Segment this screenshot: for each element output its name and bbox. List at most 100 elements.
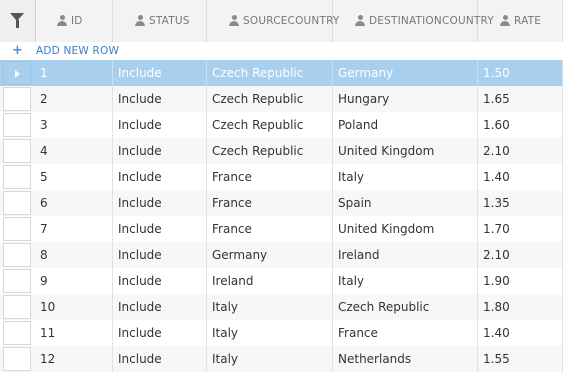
cell-source[interactable]: Czech Republic	[207, 138, 333, 164]
current-row-arrow-icon	[15, 70, 20, 78]
row-selector[interactable]	[3, 321, 31, 345]
data-grid: ID STATUS SOURCECOUNTRY DESTINATIONCOUNTRY R…	[0, 0, 563, 373]
cell-source[interactable]: France	[207, 216, 333, 242]
column-header-label: RATE	[514, 15, 542, 27]
table-row[interactable]: 2 Include Czech Republic Hungary 1.65	[0, 86, 563, 112]
cell-id[interactable]: 11	[35, 320, 113, 346]
cell-source[interactable]: Italy	[207, 346, 333, 372]
cell-status[interactable]: Include	[113, 242, 207, 268]
row-selector[interactable]	[3, 243, 31, 267]
column-header-status[interactable]: STATUS	[113, 0, 207, 42]
cell-rate[interactable]: 1.40	[478, 164, 563, 190]
table-row[interactable]: 9 Include Ireland Italy 1.90	[0, 268, 563, 294]
cell-source[interactable]: Czech Republic	[207, 60, 333, 86]
plus-icon: +	[12, 43, 23, 58]
cell-status[interactable]: Include	[113, 60, 207, 86]
cell-dest[interactable]: Germany	[333, 60, 478, 86]
table-row[interactable]: 11 Include Italy France 1.40	[0, 320, 563, 346]
cell-status[interactable]: Include	[113, 268, 207, 294]
cell-status[interactable]: Include	[113, 294, 207, 320]
cell-dest[interactable]: Italy	[333, 268, 478, 294]
cell-rate[interactable]: 1.40	[478, 320, 563, 346]
add-new-row-button[interactable]: + ADD NEW ROW	[0, 42, 563, 61]
cell-rate[interactable]: 1.90	[478, 268, 563, 294]
filter-button[interactable]	[0, 0, 36, 42]
cell-source[interactable]: Ireland	[207, 268, 333, 294]
cell-rate[interactable]: 1.70	[478, 216, 563, 242]
user-icon	[500, 15, 510, 26]
user-icon	[57, 15, 67, 26]
row-selector[interactable]	[3, 217, 31, 241]
column-header-dest[interactable]: DESTINATIONCOUNTRY	[333, 0, 494, 42]
cell-dest[interactable]: Spain	[333, 190, 478, 216]
cell-rate[interactable]: 1.80	[478, 294, 563, 320]
table-row[interactable]: 12 Include Italy Netherlands 1.55	[0, 346, 563, 372]
cell-id[interactable]: 5	[35, 164, 113, 190]
cell-source[interactable]: France	[207, 190, 333, 216]
cell-rate[interactable]: 1.65	[478, 86, 563, 112]
cell-id[interactable]: 3	[35, 112, 113, 138]
cell-id[interactable]: 12	[35, 346, 113, 372]
column-header-label: DESTINATIONCOUNTRY	[369, 15, 494, 27]
cell-dest[interactable]: Czech Republic	[333, 294, 478, 320]
cell-id[interactable]: 8	[35, 242, 113, 268]
cell-source[interactable]: Germany	[207, 242, 333, 268]
cell-source[interactable]: Italy	[207, 294, 333, 320]
cell-rate[interactable]: 1.55	[478, 346, 563, 372]
cell-status[interactable]: Include	[113, 190, 207, 216]
cell-rate[interactable]: 2.10	[478, 242, 563, 268]
table-row[interactable]: 3 Include Czech Republic Poland 1.60	[0, 112, 563, 138]
cell-id[interactable]: 9	[35, 268, 113, 294]
table-row[interactable]: 8 Include Germany Ireland 2.10	[0, 242, 563, 268]
row-selector[interactable]	[3, 139, 31, 163]
cell-rate[interactable]: 2.10	[478, 138, 563, 164]
column-header-id[interactable]: ID	[35, 0, 113, 42]
cell-status[interactable]: Include	[113, 86, 207, 112]
cell-source[interactable]: Czech Republic	[207, 86, 333, 112]
table-row[interactable]: 4 Include Czech Republic United Kingdom 2.10	[0, 138, 563, 164]
cell-status[interactable]: Include	[113, 164, 207, 190]
cell-dest[interactable]: Hungary	[333, 86, 478, 112]
row-selector[interactable]	[3, 87, 31, 111]
cell-id[interactable]: 10	[35, 294, 113, 320]
table-row[interactable]: 7 Include France United Kingdom 1.70	[0, 216, 563, 242]
cell-source[interactable]: Czech Republic	[207, 112, 333, 138]
column-header-label: ID	[71, 15, 83, 27]
row-selector[interactable]	[3, 347, 31, 371]
column-header-source[interactable]: SOURCECOUNTRY	[207, 0, 339, 42]
cell-id[interactable]: 1	[35, 60, 113, 86]
cell-status[interactable]: Include	[113, 346, 207, 372]
table-row[interactable]: 6 Include France Spain 1.35	[0, 190, 563, 216]
cell-dest[interactable]: Netherlands	[333, 346, 478, 372]
table-row[interactable]: 5 Include France Italy 1.40	[0, 164, 563, 190]
cell-dest[interactable]: Poland	[333, 112, 478, 138]
row-selector[interactable]	[3, 295, 31, 319]
row-selector[interactable]	[3, 61, 31, 85]
cell-status[interactable]: Include	[113, 138, 207, 164]
cell-rate[interactable]: 1.35	[478, 190, 563, 216]
cell-dest[interactable]: United Kingdom	[333, 138, 478, 164]
cell-dest[interactable]: France	[333, 320, 478, 346]
row-selector[interactable]	[3, 165, 31, 189]
row-selector[interactable]	[3, 269, 31, 293]
cell-status[interactable]: Include	[113, 320, 207, 346]
cell-status[interactable]: Include	[113, 216, 207, 242]
cell-dest[interactable]: Italy	[333, 164, 478, 190]
cell-id[interactable]: 2	[35, 86, 113, 112]
cell-source[interactable]: France	[207, 164, 333, 190]
grid-header: ID STATUS SOURCECOUNTRY DESTINATIONCOUNTRY R…	[0, 0, 563, 43]
row-selector[interactable]	[3, 113, 31, 137]
cell-rate[interactable]: 1.60	[478, 112, 563, 138]
cell-rate[interactable]: 1.50	[478, 60, 563, 86]
cell-id[interactable]: 7	[35, 216, 113, 242]
table-row[interactable]: 10 Include Italy Czech Republic 1.80	[0, 294, 563, 320]
column-header-rate[interactable]: RATE	[478, 0, 563, 42]
cell-status[interactable]: Include	[113, 112, 207, 138]
cell-id[interactable]: 4	[35, 138, 113, 164]
cell-dest[interactable]: United Kingdom	[333, 216, 478, 242]
cell-id[interactable]: 6	[35, 190, 113, 216]
row-selector[interactable]	[3, 191, 31, 215]
cell-source[interactable]: Italy	[207, 320, 333, 346]
cell-dest[interactable]: Ireland	[333, 242, 478, 268]
table-row[interactable]: 1 Include Czech Republic Germany 1.50	[0, 60, 563, 86]
